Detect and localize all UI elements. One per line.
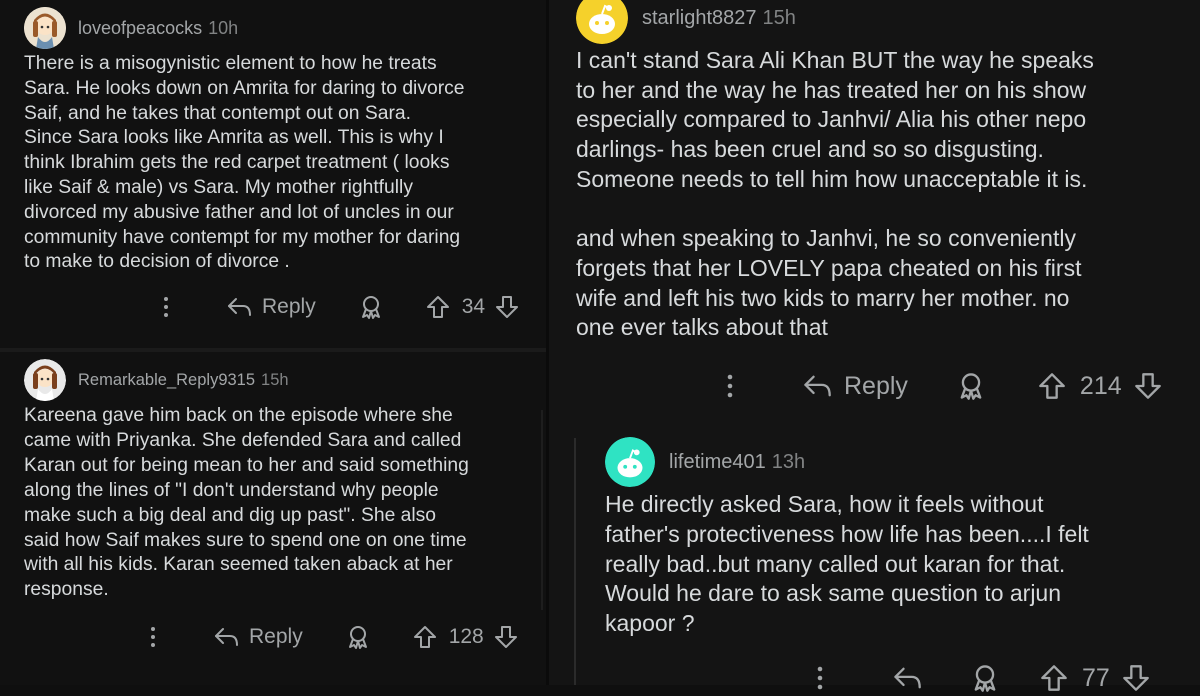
award-icon[interactable] (358, 294, 384, 320)
reply-label: Reply (262, 295, 316, 318)
comment: lifetime401 13h He directly asked Sara, … (605, 436, 1190, 639)
thread-line (541, 410, 543, 610)
downvote-arrow-icon (1134, 373, 1161, 399)
comment-actions: Reply 34 (156, 290, 519, 324)
timestamp: 13h (771, 450, 806, 473)
reply-button[interactable]: Reply (226, 295, 316, 319)
downvote-button[interactable] (1134, 372, 1162, 400)
more-options-icon[interactable] (810, 666, 830, 690)
comment-actions: Reply 128 (143, 620, 518, 654)
upvote-arrow-icon (1041, 665, 1067, 691)
upvote-arrow-icon (1039, 373, 1065, 399)
comment-actions: 77 (810, 660, 1150, 696)
award-icon[interactable] (970, 663, 1000, 693)
reply-arrow-icon (215, 628, 238, 646)
downvote-arrow-icon (494, 626, 517, 648)
upvote-button[interactable] (1040, 664, 1068, 692)
thread-line (574, 438, 576, 685)
comment-body: There is a misogynistic element to how h… (24, 53, 465, 273)
comment-body: He directly asked Sara, how it feels wit… (605, 491, 1089, 637)
upvote-button[interactable] (1038, 372, 1066, 400)
user-avatar[interactable] (576, 0, 628, 44)
upvote-arrow-icon (413, 626, 436, 648)
downvote-button[interactable] (494, 625, 518, 649)
comment-actions: Reply 214 (720, 368, 1162, 404)
divider (0, 348, 548, 352)
upvote-arrow-icon (426, 296, 449, 318)
downvote-button[interactable] (1122, 664, 1150, 692)
comment-body: I can't stand Sara Ali Khan BUT the way … (576, 47, 1094, 341)
username[interactable]: loveofpeacocks (78, 18, 202, 39)
comment: loveofpeacocks 10h There is a misogynist… (24, 7, 539, 275)
timestamp: 15h (762, 6, 796, 29)
award-icon[interactable] (956, 371, 986, 401)
vote-count: 77 (1082, 663, 1110, 692)
timestamp: 15h (261, 370, 289, 389)
username[interactable]: starlight8827 (642, 7, 757, 30)
vote-count: 214 (1079, 371, 1122, 400)
downvote-arrow-icon (1122, 665, 1149, 691)
user-avatar[interactable] (24, 359, 66, 401)
reply-button[interactable]: Reply (802, 372, 908, 401)
comment-body: Kareena gave him back on the episode whe… (24, 405, 469, 601)
comment: starlight8827 15h I can't stand Sara Ali… (576, 0, 1186, 343)
timestamp: 10h (208, 17, 239, 38)
more-options-icon[interactable] (143, 626, 163, 648)
username[interactable]: lifetime401 (669, 451, 766, 474)
award-icon[interactable] (345, 624, 371, 650)
reply-arrow-icon (804, 375, 831, 397)
reply-button[interactable] (892, 665, 922, 691)
more-options-icon[interactable] (156, 296, 176, 318)
reply-button[interactable]: Reply (213, 625, 303, 649)
divider (546, 0, 549, 685)
upvote-button[interactable] (426, 295, 450, 319)
downvote-button[interactable] (495, 295, 519, 319)
downvote-arrow-icon (496, 296, 519, 318)
upvote-button[interactable] (413, 625, 437, 649)
more-options-icon[interactable] (720, 374, 740, 398)
username[interactable]: Remarkable_Reply9315 (78, 371, 255, 390)
reply-label: Reply (249, 625, 303, 648)
comment: Remarkable_Reply9315 15h Kareena gave hi… (24, 359, 539, 603)
reply-label: Reply (844, 371, 908, 400)
user-avatar[interactable] (605, 437, 655, 487)
vote-count: 128 (448, 625, 484, 648)
reply-arrow-icon (894, 667, 921, 689)
vote-count: 34 (461, 295, 486, 318)
reply-arrow-icon (228, 298, 251, 316)
user-avatar[interactable] (24, 7, 66, 49)
